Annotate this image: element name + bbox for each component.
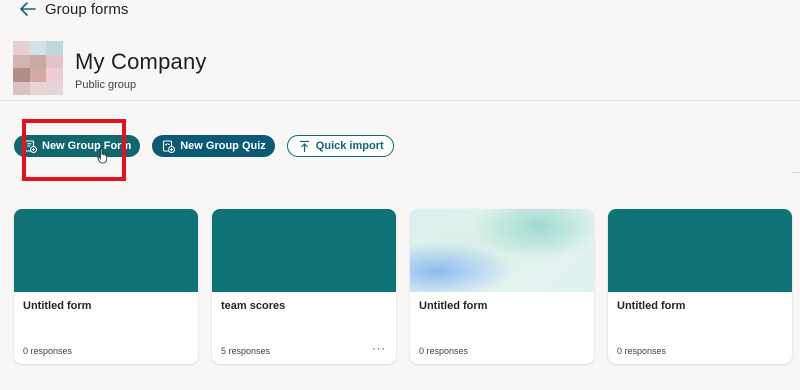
card-banner <box>410 209 594 292</box>
avatar-tile <box>13 41 30 55</box>
quick-import-button[interactable]: Quick import <box>286 135 394 157</box>
new-group-quiz-button[interactable]: New Group Quiz <box>152 135 275 157</box>
group-avatar <box>13 41 63 95</box>
quick-import-label: Quick import <box>315 140 384 152</box>
avatar-tile <box>46 41 63 55</box>
avatar-tile <box>29 81 47 95</box>
card-banner <box>608 209 792 292</box>
avatar-tile <box>46 54 63 68</box>
panel-edge <box>792 172 800 200</box>
avatar-tile <box>46 68 63 82</box>
back-arrow-icon[interactable] <box>18 0 38 18</box>
form-card[interactable]: Untitled form 0 responses <box>14 209 198 364</box>
card-title: team scores <box>221 300 286 312</box>
card-response-count: 0 responses <box>617 346 667 356</box>
form-card[interactable]: team scores 5 responses ··· <box>212 209 396 364</box>
new-group-quiz-label: New Group Quiz <box>180 140 266 152</box>
card-title: Untitled form <box>23 300 92 312</box>
card-title: Untitled form <box>419 300 488 312</box>
avatar-tile <box>13 54 30 68</box>
new-group-form-label: New Group Form <box>42 140 132 152</box>
card-banner <box>14 209 198 292</box>
avatar-tile <box>13 68 30 82</box>
quiz-add-icon <box>163 139 176 153</box>
card-response-count: 0 responses <box>419 346 469 356</box>
upload-icon <box>299 140 309 152</box>
form-card[interactable]: Untitled form 0 responses <box>410 209 594 364</box>
card-title: Untitled form <box>617 300 686 312</box>
new-group-form-button[interactable]: New Group Form <box>14 135 141 157</box>
group-visibility: Public group <box>75 79 137 91</box>
card-response-count: 5 responses <box>221 346 271 356</box>
avatar-tile <box>46 81 63 95</box>
card-banner <box>212 209 396 292</box>
form-add-icon <box>24 139 37 153</box>
avatar-tile <box>29 41 47 55</box>
more-options-icon[interactable]: ··· <box>372 343 386 355</box>
card-response-count: 0 responses <box>23 346 73 356</box>
forms-grid: Untitled form 0 responses team scores 5 … <box>14 209 792 364</box>
group-name: My Company <box>75 49 207 74</box>
top-bar: Group forms <box>0 0 800 24</box>
avatar-tile <box>29 54 47 68</box>
form-card[interactable]: Untitled form 0 responses <box>608 209 792 364</box>
action-bar: New Group Form New Group Quiz Quick impo… <box>14 135 394 157</box>
hand-cursor-icon <box>97 148 108 164</box>
avatar-tile <box>13 81 30 95</box>
avatar-tile <box>29 68 47 82</box>
header-divider <box>0 100 800 101</box>
page-title: Group forms <box>45 1 129 18</box>
